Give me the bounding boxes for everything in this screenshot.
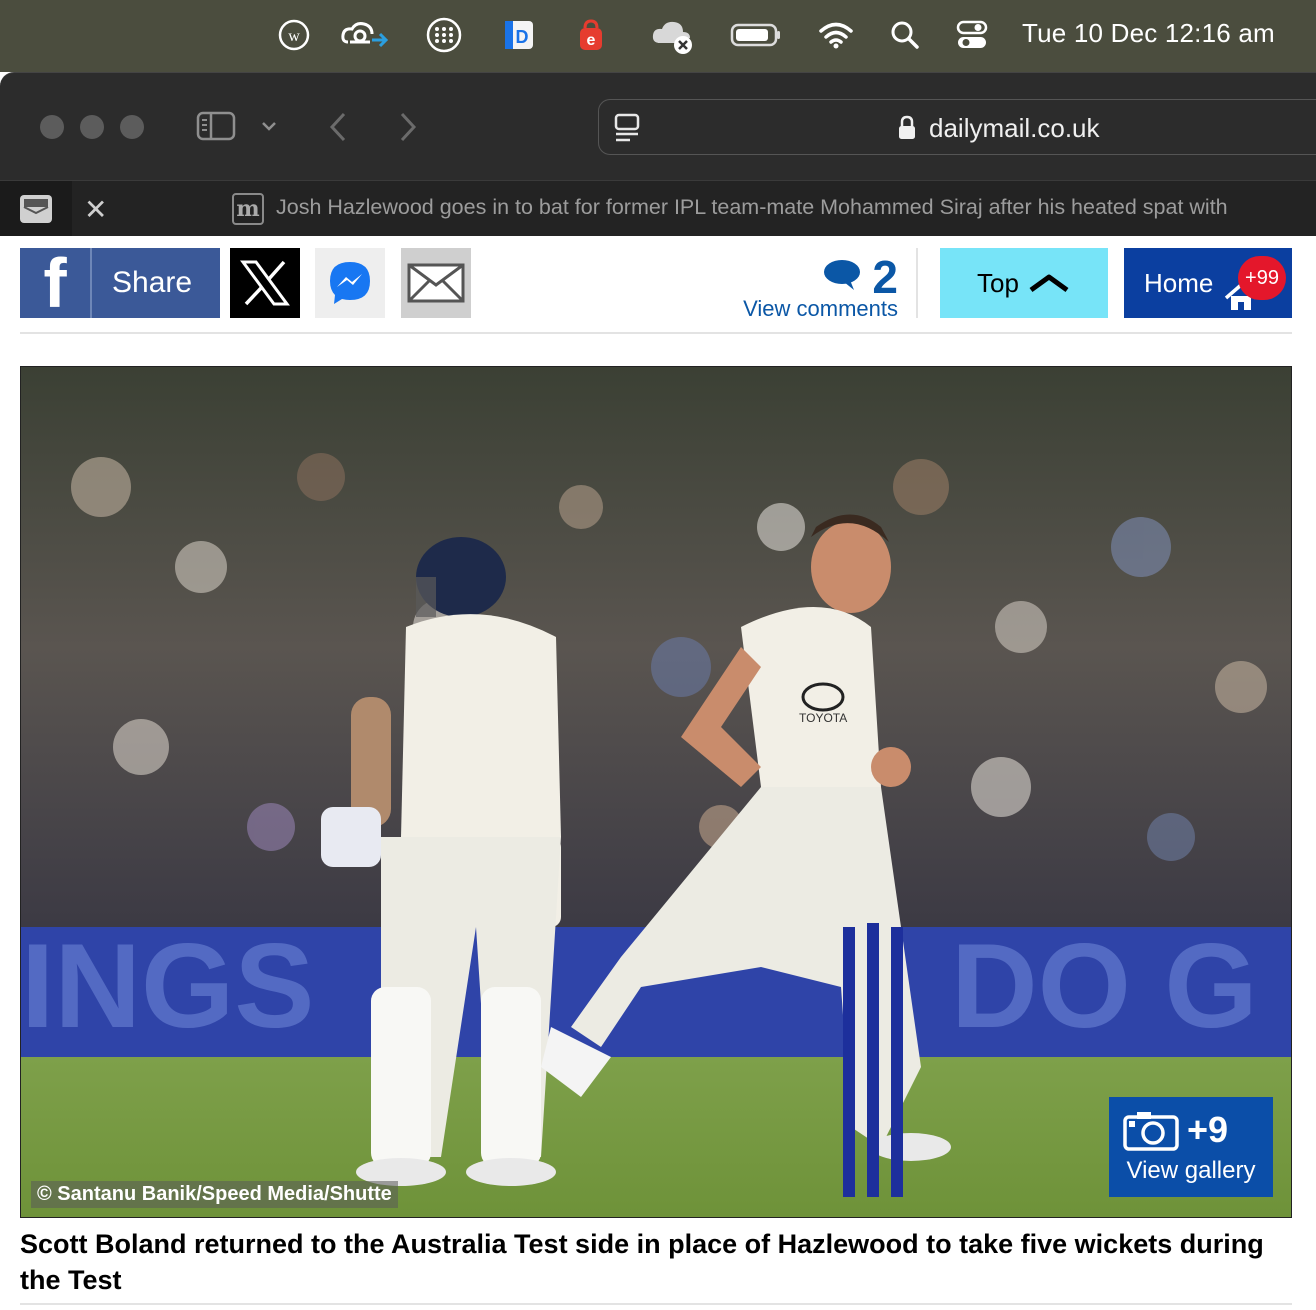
sidebar-toggle-icon[interactable]: [196, 109, 236, 143]
reader-mode-icon[interactable]: [613, 112, 641, 144]
svg-text:e: e: [587, 32, 596, 49]
facebook-icon: f: [43, 248, 67, 318]
lock-icon: [897, 114, 917, 142]
tab-bar: ✕ m Josh Hazlewood goes in to bat for fo…: [0, 180, 1316, 236]
cricket-celebration-photo: INGS DO G TOYOTA: [21, 367, 1291, 1217]
back-arrow-icon[interactable]: [326, 109, 350, 145]
zoom-window-button[interactable]: [120, 115, 144, 139]
comment-bubble-icon: [822, 258, 862, 299]
x-logo-icon: [240, 260, 290, 306]
camera-icon: [1123, 1111, 1179, 1156]
messenger-icon: [330, 262, 370, 304]
close-window-button[interactable]: [40, 115, 64, 139]
home-button[interactable]: Home +99: [1124, 248, 1292, 318]
svg-text:D: D: [516, 27, 529, 47]
forward-arrow-icon[interactable]: [396, 109, 420, 145]
wikipedia-icon[interactable]: w: [276, 16, 312, 54]
svg-text:w: w: [288, 28, 300, 45]
address-bar[interactable]: dailymail.co.uk: [598, 99, 1316, 155]
share-bar-divider: [916, 248, 918, 318]
image-credit: © Santanu Banik/Speed Media/Shutte: [31, 1181, 398, 1208]
minimize-window-button[interactable]: [80, 115, 104, 139]
browser-extension-icon[interactable]: e: [574, 16, 608, 54]
menubar-clock[interactable]: Tue 10 Dec 12:16 am: [1022, 18, 1275, 49]
macos-menu-bar: w D e Tue 10 Dec 12:16 am: [0, 0, 1316, 72]
facebook-divider: [90, 248, 92, 318]
tab-title[interactable]: Josh Hazlewood goes in to bat for former…: [276, 195, 1228, 220]
browser-toolbar: dailymail.co.uk: [0, 72, 1316, 180]
share-bar: f Share 2 View comments Top Home +99: [20, 248, 1292, 334]
view-comments-link[interactable]: 2 View comments: [720, 248, 900, 324]
email-share-button[interactable]: [401, 248, 471, 318]
spotlight-search-icon[interactable]: [890, 16, 920, 54]
image-caption: Scott Boland returned to the Australia T…: [20, 1229, 1264, 1295]
back-to-top-label: Top: [977, 267, 1019, 298]
tab-close-button[interactable]: ✕: [84, 193, 107, 226]
envelope-icon: [407, 263, 465, 303]
chevron-up-icon: [1029, 274, 1069, 293]
dictionary-app-icon[interactable]: D: [502, 16, 536, 54]
back-to-top-button[interactable]: Top: [940, 248, 1108, 318]
view-gallery-label: View gallery: [1126, 1157, 1256, 1184]
view-comments-label: View comments: [743, 296, 898, 321]
creative-cloud-icon[interactable]: [340, 16, 390, 54]
facebook-share-label: Share: [112, 266, 193, 299]
x-share-button[interactable]: [230, 248, 300, 318]
wifi-icon[interactable]: [818, 16, 854, 54]
view-gallery-button[interactable]: +9 View gallery: [1109, 1097, 1273, 1197]
tab-group-chevron-down-icon[interactable]: [258, 113, 280, 139]
messenger-share-button[interactable]: [315, 248, 385, 318]
launchpad-grid-icon[interactable]: [424, 16, 464, 54]
article-image[interactable]: INGS DO G TOYOTA © Santanu Banik/Speed M…: [20, 366, 1292, 1218]
cloud-sync-error-icon[interactable]: [650, 16, 700, 54]
svg-text:INGS: INGS: [21, 919, 314, 1053]
svg-text:DO G: DO G: [951, 919, 1258, 1053]
svg-text:TOYOTA: TOYOTA: [799, 711, 847, 725]
pinned-tab[interactable]: [0, 181, 72, 236]
caption-divider: [20, 1303, 1292, 1305]
facebook-share-button[interactable]: f Share: [20, 248, 220, 318]
control-center-icon[interactable]: [956, 16, 988, 54]
dailymail-favicon-icon: m: [232, 193, 264, 225]
url-text[interactable]: dailymail.co.uk: [929, 113, 1100, 144]
battery-icon[interactable]: [730, 16, 782, 54]
gallery-count: +9: [1187, 1109, 1229, 1150]
home-label: Home: [1144, 267, 1214, 298]
mail-tab-icon: [20, 195, 52, 223]
home-notification-badge: +99: [1238, 256, 1286, 300]
